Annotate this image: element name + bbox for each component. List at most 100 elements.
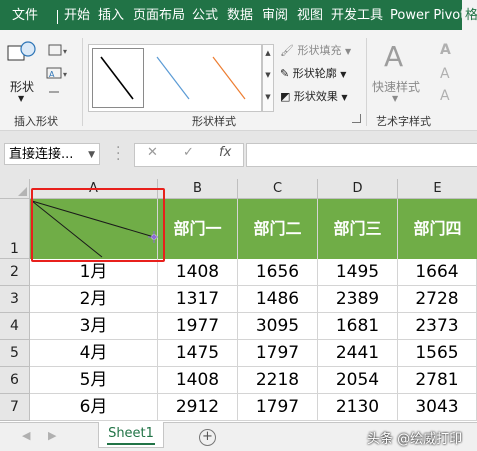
name-box-value: 直接连接... bbox=[9, 147, 74, 162]
table-cell[interactable]: 1408 bbox=[158, 367, 238, 394]
header-cell[interactable]: 部门一 bbox=[158, 199, 238, 259]
shape-fill-button[interactable]: 🖌 形状填充 ▼ bbox=[280, 42, 351, 58]
table-cell[interactable]: 1681 bbox=[318, 313, 398, 340]
table-cell[interactable]: 1495 bbox=[318, 259, 398, 286]
table-cell[interactable]: 1565 bbox=[398, 340, 477, 367]
chevron-down-icon: ▼ bbox=[344, 47, 352, 56]
month-cell[interactable]: 6月 bbox=[30, 394, 158, 421]
shape-effects-button[interactable]: ◩ 形状效果 ▼ bbox=[280, 88, 348, 104]
letter-a-icon: A bbox=[384, 40, 404, 73]
tab-developer[interactable]: 开发工具 bbox=[331, 0, 383, 30]
ribbon-panel: 形状 ▼ ▾ A ▾ 插入形状 ▲ ▼ ▼ 🖌 形状填充 ▼ ✎ 形状轮廓 ▼ … bbox=[0, 30, 477, 131]
chevron-down-icon[interactable]: ▼ bbox=[88, 144, 95, 166]
group-divider bbox=[366, 38, 367, 126]
shape-outline-button[interactable]: ✎ 形状轮廓 ▼ bbox=[280, 65, 346, 81]
table-cell[interactable]: 2441 bbox=[318, 340, 398, 367]
insert-function-button[interactable]: fx bbox=[219, 145, 231, 160]
header-cell[interactable]: 部门三 bbox=[318, 199, 398, 259]
chevron-down-icon: ▼ bbox=[341, 93, 348, 102]
gallery-more-icon[interactable]: ▼ bbox=[263, 93, 273, 101]
text-fill-icon[interactable]: A bbox=[440, 42, 451, 58]
column-header-e[interactable]: E bbox=[398, 179, 477, 199]
table-cell[interactable]: 1486 bbox=[238, 286, 318, 313]
month-cell[interactable]: 2月 bbox=[30, 286, 158, 313]
chevron-down-icon: ▼ bbox=[340, 70, 347, 79]
table-cell[interactable]: 1797 bbox=[238, 340, 318, 367]
month-cell[interactable]: 5月 bbox=[30, 367, 158, 394]
sheet-tab-sheet1[interactable]: Sheet1 bbox=[98, 422, 164, 448]
tab-view[interactable]: 视图 bbox=[297, 0, 323, 30]
header-cell[interactable]: 部门二 bbox=[238, 199, 318, 259]
tab-page-layout[interactable]: 页面布局 bbox=[133, 0, 185, 30]
text-outline-icon[interactable]: A bbox=[440, 66, 450, 82]
month-cell[interactable]: 3月 bbox=[30, 313, 158, 340]
select-all-button[interactable] bbox=[0, 179, 30, 199]
table-cell[interactable]: 2218 bbox=[238, 367, 318, 394]
shape-effects-label: 形状效果 bbox=[293, 90, 338, 103]
scroll-up-icon[interactable]: ▲ bbox=[263, 49, 273, 57]
table-cell[interactable]: 1797 bbox=[238, 394, 318, 421]
table-cell[interactable]: 2781 bbox=[398, 367, 477, 394]
month-cell[interactable]: 4月 bbox=[30, 340, 158, 367]
table-cell[interactable]: 2912 bbox=[158, 394, 238, 421]
group-divider bbox=[82, 38, 83, 126]
table-cell[interactable]: 2130 bbox=[318, 394, 398, 421]
month-cell[interactable]: 1月 bbox=[30, 259, 158, 286]
table-cell[interactable]: 1656 bbox=[238, 259, 318, 286]
table-cell[interactable]: 3043 bbox=[398, 394, 477, 421]
table-cell[interactable]: 1664 bbox=[398, 259, 477, 286]
text-effects-icon[interactable]: A bbox=[440, 88, 450, 104]
shape-outline-label: 形状轮廓 bbox=[292, 67, 337, 80]
table-cell[interactable]: 2389 bbox=[318, 286, 398, 313]
svg-text:A: A bbox=[49, 70, 55, 79]
next-sheet-icon[interactable]: ▶ bbox=[48, 429, 56, 442]
splitter-handle[interactable]: · · · bbox=[116, 141, 120, 167]
tab-data[interactable]: 数据 bbox=[227, 0, 253, 30]
row-header[interactable]: 3 bbox=[0, 286, 30, 313]
prev-sheet-icon[interactable]: ◀ bbox=[22, 429, 30, 442]
tab-review[interactable]: 审阅 bbox=[262, 0, 288, 30]
column-header-c[interactable]: C bbox=[238, 179, 318, 199]
table-cell[interactable]: 3095 bbox=[238, 313, 318, 340]
highlight-box bbox=[31, 188, 165, 262]
row-header[interactable]: 2 bbox=[0, 259, 30, 286]
tab-home[interactable]: 开始 bbox=[64, 0, 90, 30]
table-cell[interactable]: 1317 bbox=[158, 286, 238, 313]
scroll-down-icon[interactable]: ▼ bbox=[263, 71, 273, 79]
formula-buttons: ✕ ✓ fx bbox=[134, 143, 244, 167]
shape-styles-group-label: 形状样式 bbox=[192, 115, 236, 128]
table-cell[interactable]: 2728 bbox=[398, 286, 477, 313]
row-header[interactable]: 4 bbox=[0, 313, 30, 340]
tab-format[interactable]: 格 bbox=[462, 0, 477, 30]
column-header-b[interactable]: B bbox=[158, 179, 238, 199]
table-cell[interactable]: 2373 bbox=[398, 313, 477, 340]
tab-insert[interactable]: 插入 bbox=[98, 0, 124, 30]
add-sheet-button[interactable]: + bbox=[199, 429, 216, 446]
row-header[interactable]: 7 bbox=[0, 394, 30, 421]
shapes-button[interactable]: 形状 bbox=[10, 78, 34, 95]
name-box[interactable]: 直接连接... ▼ bbox=[4, 143, 100, 165]
shape-style-gallery[interactable] bbox=[88, 44, 262, 112]
tab-formulas[interactable]: 公式 bbox=[192, 0, 218, 30]
quick-styles-button[interactable]: 快速样式 bbox=[372, 78, 420, 95]
formula-input[interactable] bbox=[246, 143, 477, 167]
table-cell[interactable]: 1408 bbox=[158, 259, 238, 286]
row-header[interactable]: 5 bbox=[0, 340, 30, 367]
table-cell[interactable]: 1475 bbox=[158, 340, 238, 367]
enter-icon[interactable]: ✓ bbox=[183, 145, 194, 160]
cancel-icon[interactable]: ✕ bbox=[147, 145, 158, 160]
row-header[interactable]: 6 bbox=[0, 367, 30, 394]
row-header[interactable]: 1 bbox=[0, 199, 30, 259]
header-cell[interactable]: 部门四 bbox=[398, 199, 477, 259]
gallery-scroll[interactable]: ▲ ▼ ▼ bbox=[262, 44, 274, 112]
column-header-d[interactable]: D bbox=[318, 179, 398, 199]
line-style-previews bbox=[100, 56, 246, 100]
formula-bar: 直接连接... ▼ · · · ✕ ✓ fx bbox=[0, 131, 477, 179]
dialog-launcher-icon[interactable] bbox=[352, 114, 361, 123]
tab-power-pivot[interactable]: Power Pivot bbox=[390, 0, 465, 30]
table-cell[interactable]: 2054 bbox=[318, 367, 398, 394]
chevron-down-icon: ▼ bbox=[392, 94, 399, 103]
ribbon-tab-bar: 文件 开始 插入 页面布局 公式 数据 审阅 视图 开发工具 Power Piv… bbox=[0, 0, 477, 30]
table-cell[interactable]: 1977 bbox=[158, 313, 238, 340]
tab-file[interactable]: 文件 bbox=[12, 0, 38, 30]
